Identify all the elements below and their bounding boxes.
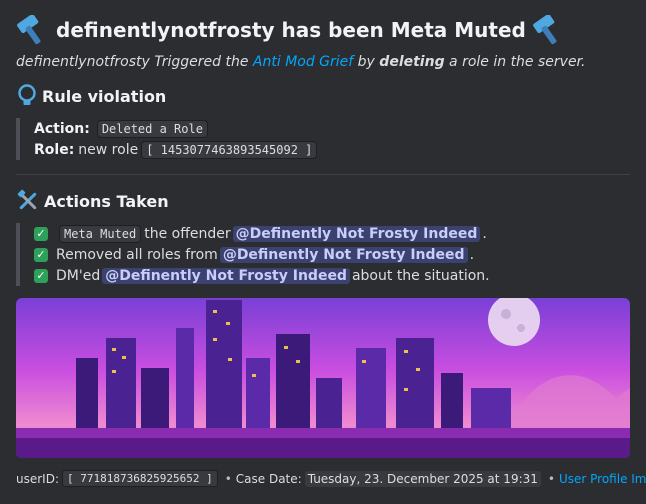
tools-icon <box>16 189 40 213</box>
description-tail: a role in the server. <box>449 54 586 70</box>
case-date-value: Tuesday, 23. December 2025 at 19:31 <box>304 470 541 487</box>
embed-image[interactable] <box>16 298 630 458</box>
item-text: Removed all roles from <box>56 246 218 263</box>
action-bold: deleting <box>379 54 445 70</box>
embed-description: definentlynotfrosty Triggered the Anti M… <box>16 54 630 70</box>
action-value: Deleted a Role <box>96 119 208 138</box>
list-item: ✓ DM'ed @Definently Not Frosty Indeed ab… <box>34 265 630 286</box>
offender-name: definentlynotfrosty <box>16 54 150 70</box>
item-tail: . <box>469 246 475 263</box>
user-mention[interactable]: @Definently Not Frosty Indeed <box>219 246 468 263</box>
actions-taken-quote: ✓ Meta Muted the offender @Definently No… <box>16 223 630 286</box>
user-mention[interactable]: @Definently Not Frosty Indeed <box>102 267 350 284</box>
embed-footer: userID: [ 771818736825925652 ] • Case Da… <box>16 470 646 487</box>
role-id: [ 1453077463893545092 ] <box>141 140 318 159</box>
action-label: Action: <box>34 120 90 137</box>
list-item: ✓ Meta Muted the offender @Definently No… <box>34 223 630 244</box>
item-text: DM'ed <box>56 267 101 284</box>
rule-violation-quote: Action: Deleted a Role Role: new role [ … <box>16 118 630 160</box>
item-tail: about the situation. <box>351 267 490 284</box>
rule-violation-heading: Rule violation <box>16 84 630 108</box>
item-tail: . <box>482 225 487 242</box>
list-item: ✓ Removed all roles from @Definently Not… <box>34 244 630 265</box>
actions-taken-title: Actions Taken <box>44 191 169 211</box>
role-prefix: new role <box>78 141 139 158</box>
footer-separator: • <box>547 471 555 486</box>
by-text: by <box>357 54 375 70</box>
hammer-icon <box>532 15 566 45</box>
embed-card: definentlynotfrosty has been Meta Muted … <box>0 0 646 504</box>
check-icon: ✓ <box>34 247 48 262</box>
embed-title: definentlynotfrosty has been Meta Muted <box>56 18 526 42</box>
user-mention[interactable]: @Definently Not Frosty Indeed <box>232 225 481 242</box>
divider <box>16 174 630 175</box>
profile-image-link[interactable]: User Profile Image <box>559 472 646 486</box>
embed-title-row: definentlynotfrosty has been Meta Muted <box>16 12 630 48</box>
role-line: Role: new role [ 1453077463893545092 ] <box>34 139 630 160</box>
cityscape-image <box>16 298 630 458</box>
item-text: the offender <box>144 225 231 242</box>
lightbulb-icon <box>16 84 38 108</box>
actions-taken-heading: Actions Taken <box>16 189 630 213</box>
rule-link[interactable]: Anti Mod Grief <box>253 54 353 70</box>
check-icon: ✓ <box>34 268 48 283</box>
user-id-value: [ 771818736825925652 ] <box>62 470 218 487</box>
triggered-text: Triggered the <box>154 54 249 70</box>
case-date-label: Case Date: <box>235 471 302 486</box>
check-icon: ✓ <box>34 226 48 241</box>
rule-violation-title: Rule violation <box>42 86 167 106</box>
action-code: Meta Muted <box>59 224 142 243</box>
user-id-label: userID: <box>16 471 59 486</box>
action-line: Action: Deleted a Role <box>34 118 630 139</box>
hammer-icon <box>16 15 50 45</box>
footer-separator: • <box>224 471 232 486</box>
role-label: Role: <box>34 141 75 158</box>
